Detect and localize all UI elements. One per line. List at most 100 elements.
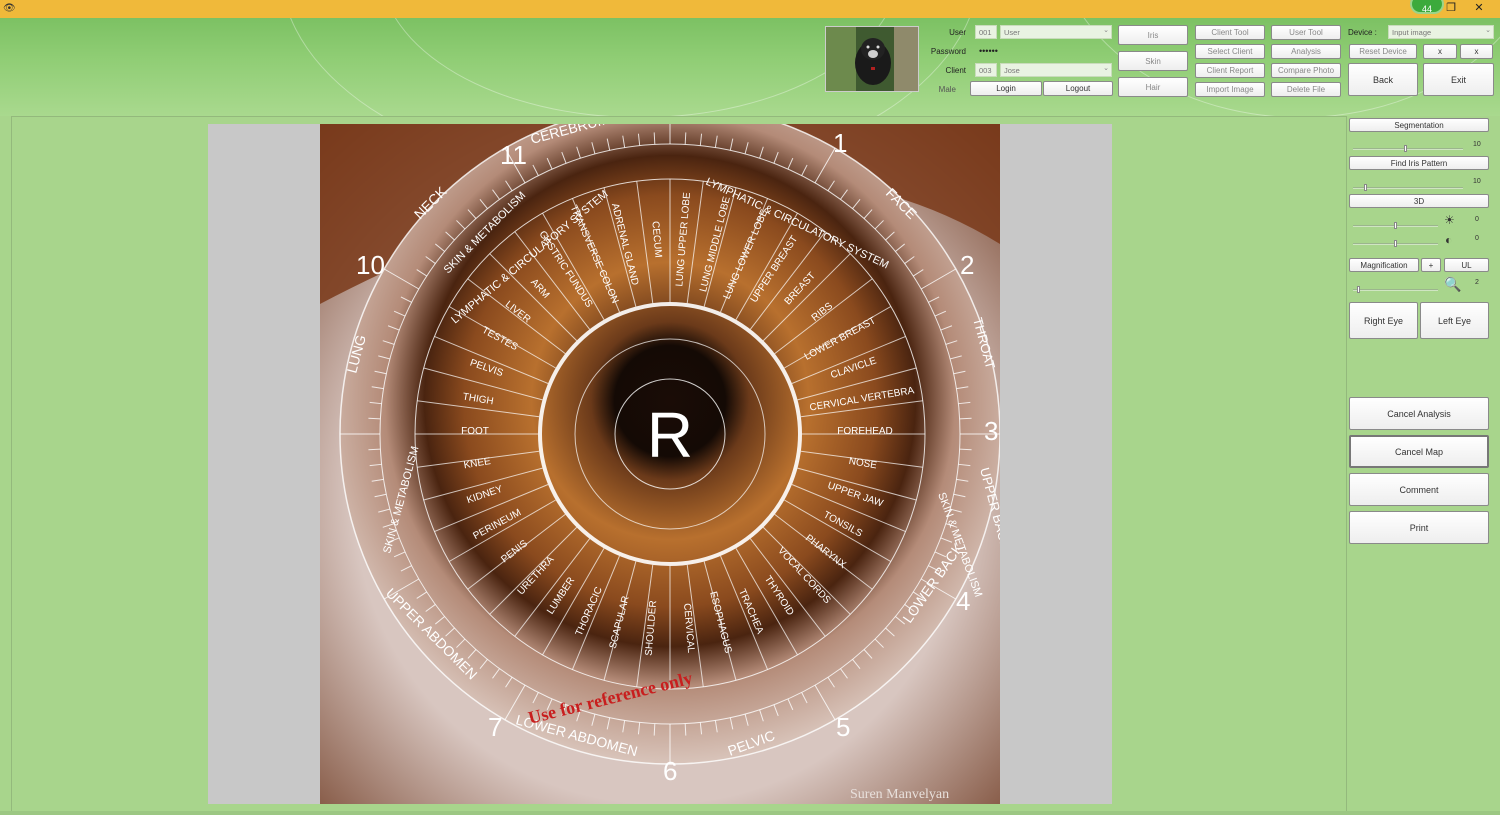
- hour-label: 4: [956, 586, 970, 616]
- zone-label: KNEE: [463, 456, 492, 471]
- device-x-button-1[interactable]: x: [1423, 44, 1457, 59]
- ul-button[interactable]: UL: [1444, 258, 1489, 272]
- hour-label: 6: [663, 756, 677, 786]
- zone-label: PENIS: [499, 538, 530, 565]
- device-select[interactable]: Input image ⌄: [1388, 25, 1494, 39]
- zone-label: PERINEUM: [471, 507, 523, 542]
- contrast-slider-handle[interactable]: [1394, 240, 1397, 247]
- device-x-button-2[interactable]: x: [1460, 44, 1493, 59]
- magnification-button[interactable]: Magnification: [1349, 258, 1419, 272]
- zone-label: LUMBER: [545, 575, 577, 616]
- reset-device-button[interactable]: Reset Device: [1349, 44, 1417, 59]
- select-client-button[interactable]: Select Client: [1195, 44, 1265, 59]
- ring-label-circulatory-right: LYMPHATIC & CIRCULATORY SYSTEM: [704, 176, 891, 272]
- client-tool-button[interactable]: Client Tool: [1195, 25, 1265, 40]
- find-iris-pattern-button[interactable]: Find Iris Pattern: [1349, 156, 1489, 170]
- exit-button[interactable]: Exit: [1423, 63, 1494, 96]
- user-select-value: User: [1004, 27, 1020, 37]
- user-id-field[interactable]: 001: [975, 25, 997, 39]
- zone-label: CECUM: [649, 221, 663, 258]
- zone-label: TONSILS: [821, 510, 864, 540]
- zone-label-upper-back: UPPER BACK: [977, 466, 1000, 551]
- device-select-value: Input image: [1392, 27, 1432, 37]
- back-button[interactable]: Back: [1348, 63, 1418, 96]
- zone-label: SCAPULAR: [608, 595, 632, 650]
- login-button[interactable]: Login: [970, 81, 1042, 96]
- hour-label: 2: [960, 250, 974, 280]
- client-id-field[interactable]: 003: [975, 63, 997, 77]
- user-tool-button[interactable]: User Tool: [1271, 25, 1341, 40]
- client-select[interactable]: Jose ⌄: [1000, 63, 1112, 77]
- hour-label: 5: [836, 712, 850, 742]
- zone-label: NOSE: [848, 456, 878, 472]
- close-window-button[interactable]: ✕: [1466, 0, 1492, 18]
- magnification-slider-handle[interactable]: [1357, 286, 1360, 293]
- client-select-value: Jose: [1004, 65, 1020, 75]
- analysis-button[interactable]: Analysis: [1271, 44, 1341, 59]
- user-select[interactable]: User ⌄: [1000, 25, 1112, 39]
- print-button[interactable]: Print: [1349, 511, 1489, 544]
- sun-icon: ☀: [1444, 213, 1455, 227]
- zone-label: PELVIS: [468, 358, 504, 380]
- hour-label: 10: [356, 250, 385, 280]
- title-bar: 👁 44 ❐ ✕: [0, 0, 1500, 18]
- zone-label: PHARYNX: [803, 533, 848, 571]
- hour-label: 3: [984, 416, 998, 446]
- zoom-plus-button[interactable]: +: [1421, 258, 1441, 272]
- import-image-button[interactable]: Import Image: [1195, 82, 1265, 97]
- eye-icon: 👁: [3, 3, 16, 14]
- zone-label: LIVER: [503, 299, 533, 325]
- segmentation-slider-handle[interactable]: [1404, 145, 1407, 152]
- magnification-slider[interactable]: [1353, 289, 1438, 291]
- magnifier-icon: 🔍: [1444, 276, 1462, 292]
- client-report-button[interactable]: Client Report: [1195, 63, 1265, 78]
- zone-label: CLAVICLE: [829, 355, 878, 381]
- zone-label: THIGH: [462, 391, 494, 407]
- hair-mode-button[interactable]: Hair: [1118, 77, 1188, 97]
- 3d-button[interactable]: 3D: [1349, 194, 1489, 208]
- pattern-value: 10: [1473, 178, 1481, 185]
- left-eye-button[interactable]: Left Eye: [1420, 302, 1489, 339]
- client-label: Client: [945, 66, 966, 75]
- pattern-slider-handle[interactable]: [1364, 184, 1367, 191]
- zone-label: RIBS: [810, 301, 835, 324]
- zone-label: THYROID: [762, 574, 796, 618]
- zone-label: UPPER JAW: [826, 480, 885, 509]
- zone-label: FOOT: [461, 426, 489, 437]
- pattern-slider[interactable]: [1353, 187, 1463, 189]
- segmentation-button[interactable]: Segmentation: [1349, 118, 1489, 132]
- iris-labels-svg: 11 1 2 3 4 5 6 7 10 NECK CEREBRUM FACE T…: [343, 124, 1000, 802]
- compare-photo-button[interactable]: Compare Photo: [1271, 63, 1341, 78]
- magnification-value: 2: [1475, 279, 1479, 286]
- cancel-analysis-button[interactable]: Cancel Analysis: [1349, 397, 1489, 430]
- zone-label: ESOPHAGUS: [707, 590, 733, 654]
- hour-label: 1: [833, 128, 847, 158]
- zone-label: FOREHEAD: [837, 426, 893, 437]
- password-field[interactable]: ••••••: [975, 44, 1112, 58]
- segmentation-slider[interactable]: [1353, 148, 1463, 150]
- hour-label: 7: [488, 712, 502, 742]
- user-label: User: [949, 28, 966, 37]
- restore-window-button[interactable]: ❐: [1438, 0, 1464, 18]
- zone-label: SHOULDER: [644, 600, 660, 656]
- zone-label: LUNG MIDDLE LOBE: [698, 195, 733, 293]
- hour-label: 11: [500, 140, 527, 170]
- segmentation-value: 10: [1473, 141, 1481, 148]
- author-signature: Suren Manvelyan: [850, 787, 949, 802]
- brightness-slider-handle[interactable]: [1394, 222, 1397, 229]
- zone-label-upper-abdomen: UPPER ABDOMEN: [383, 585, 481, 683]
- right-eye-button[interactable]: Right Eye: [1349, 302, 1418, 339]
- dog-photo-icon: [826, 27, 918, 91]
- delete-file-button[interactable]: Delete File: [1271, 82, 1341, 97]
- zone-label-neck: NECK: [411, 183, 450, 222]
- skin-mode-button[interactable]: Skin: [1118, 51, 1188, 71]
- zone-label: CERVICAL VERTEBRA: [809, 385, 916, 413]
- watermark-text: Use for reference only: [526, 668, 694, 728]
- chevron-down-icon: ⌄: [1485, 27, 1491, 34]
- zone-label: BREAST: [783, 270, 818, 307]
- logout-button[interactable]: Logout: [1043, 81, 1113, 96]
- iris-chart-image: R 11 1 2 3 4 5 6 7 10 NECK CEREBRUM FACE…: [320, 124, 1000, 804]
- cancel-map-button[interactable]: Cancel Map: [1349, 435, 1489, 468]
- iris-mode-button[interactable]: Iris: [1118, 25, 1188, 45]
- comment-button[interactable]: Comment: [1349, 473, 1489, 506]
